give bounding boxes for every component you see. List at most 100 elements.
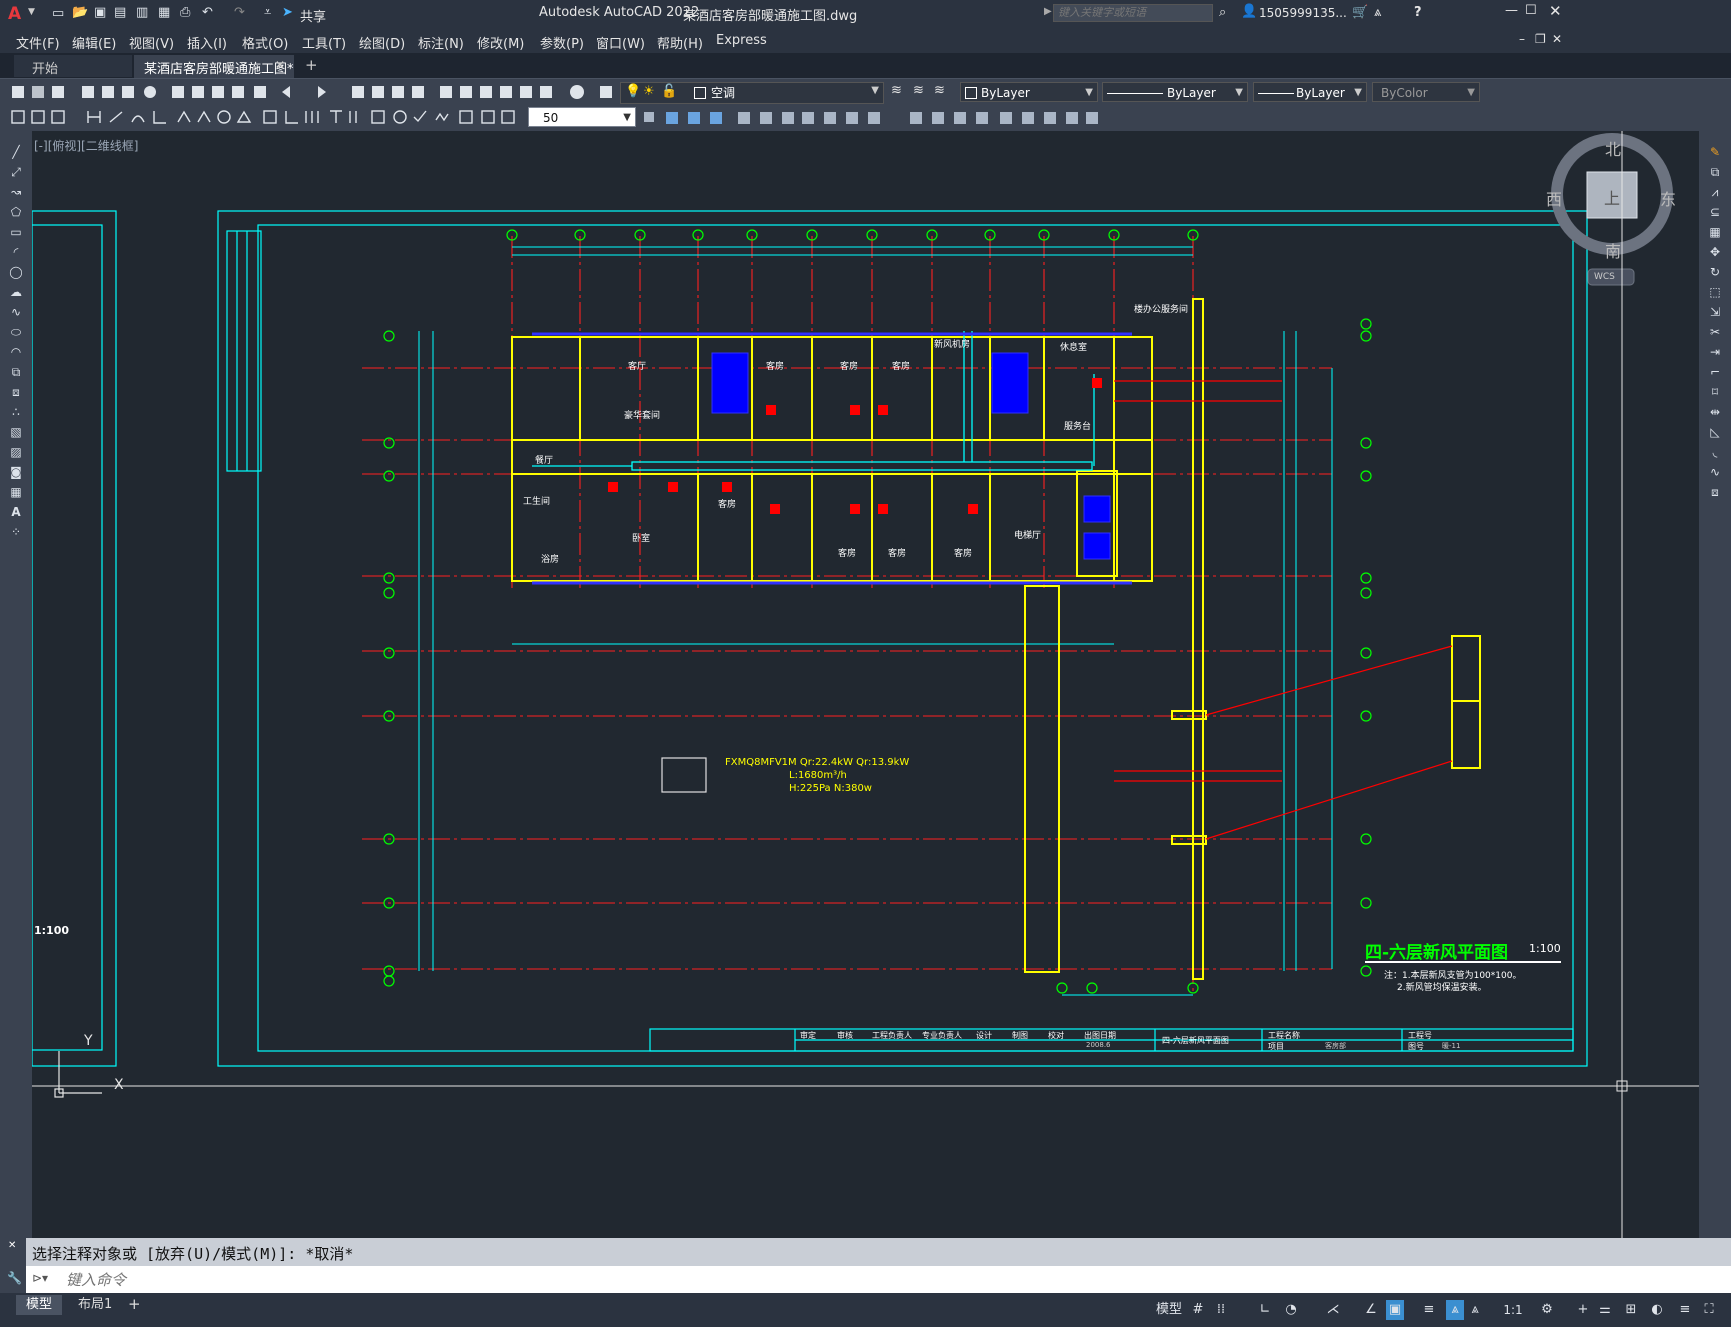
- save-icon[interactable]: ▣: [94, 5, 106, 20]
- chevron-right-icon[interactable]: ▶: [1044, 6, 1052, 17]
- menu-window[interactable]: 窗口(W): [596, 33, 645, 52]
- share-icon[interactable]: ➤: [282, 5, 293, 20]
- clean-screen-icon[interactable]: ⛶: [1700, 1300, 1718, 1320]
- cart-icon[interactable]: 🛒: [1352, 5, 1368, 20]
- spline-tool-icon[interactable]: ∿: [8, 305, 24, 319]
- help-icon[interactable]: ?: [1414, 5, 1422, 20]
- command-line[interactable]: 🔧 ⊳▾: [0, 1266, 1731, 1293]
- layer-previous-icon[interactable]: ≋: [913, 83, 924, 98]
- tab-document[interactable]: 某酒店客房部暖通施工图* ✕: [134, 55, 294, 78]
- layout-tab-1[interactable]: 布局1: [70, 1295, 120, 1315]
- new-file-icon[interactable]: ▭: [52, 6, 64, 21]
- compass-south[interactable]: 南: [1605, 238, 1621, 262]
- menu-view[interactable]: 视图(V): [129, 33, 174, 52]
- customize-quick-access-icon[interactable]: ⩡: [264, 5, 271, 20]
- line-tool-icon[interactable]: ╱: [8, 145, 24, 159]
- doc-close-icon[interactable]: ✕: [1552, 32, 1562, 46]
- layer-on-icon[interactable]: 💡: [625, 84, 641, 99]
- annotation-visibility-icon[interactable]: ⩓: [1446, 1300, 1464, 1320]
- region-tool-icon[interactable]: ◙: [8, 465, 24, 479]
- minimize-icon[interactable]: —: [1505, 3, 1518, 18]
- extend-tool-icon[interactable]: ⇥: [1707, 345, 1723, 359]
- table-tool-icon[interactable]: ▦: [8, 485, 24, 499]
- autocad-logo-icon[interactable]: A: [8, 4, 21, 24]
- point-tool-icon[interactable]: ∴: [8, 405, 24, 419]
- mtext-tool-icon[interactable]: A: [8, 505, 24, 519]
- open-web-icon[interactable]: ▥: [136, 5, 148, 20]
- standard-toolbar-icons[interactable]: [8, 83, 618, 101]
- menu-edit[interactable]: 编辑(E): [72, 33, 116, 52]
- plotstyle-dropdown[interactable]: ByColor ▼: [1372, 82, 1480, 102]
- chamfer-tool-icon[interactable]: ◺: [1707, 425, 1723, 439]
- user-icon[interactable]: 👤: [1241, 4, 1257, 19]
- doc-minimize-icon[interactable]: –: [1519, 32, 1525, 46]
- construction-line-icon[interactable]: ⤢: [8, 165, 24, 179]
- app-menu-chevron-icon[interactable]: ▼: [28, 7, 35, 17]
- array-tool-icon[interactable]: ▦: [1707, 225, 1723, 239]
- new-tab-plus-icon[interactable]: +: [305, 56, 318, 74]
- menu-dimension[interactable]: 标注(N): [418, 33, 464, 52]
- menu-tools[interactable]: 工具(T): [302, 33, 346, 52]
- model-space-button[interactable]: 模型: [1153, 1300, 1185, 1320]
- scale-tool-icon[interactable]: ⬚: [1707, 285, 1723, 299]
- command-input[interactable]: [64, 1269, 1668, 1292]
- menu-draw[interactable]: 绘图(D): [359, 33, 405, 52]
- open-file-icon[interactable]: 📂: [72, 5, 88, 20]
- menu-express[interactable]: Express: [716, 33, 767, 48]
- hatch-tool-icon[interactable]: ▧: [8, 425, 24, 439]
- lineweight-icon[interactable]: ≡: [1420, 1300, 1438, 1320]
- close-command-icon[interactable]: ✕: [8, 1240, 16, 1251]
- quick-properties-icon[interactable]: ⊞: [1622, 1300, 1640, 1320]
- search-icon[interactable]: ⌕: [1219, 5, 1226, 20]
- save-as-icon[interactable]: ▤: [114, 5, 126, 20]
- dim-scale-dropdown[interactable]: 50 ▼: [528, 107, 636, 127]
- menu-file[interactable]: 文件(F): [16, 33, 60, 52]
- autodesk-app-icon[interactable]: ⩓: [1374, 5, 1381, 20]
- blend-tool-icon[interactable]: ∿: [1707, 465, 1723, 479]
- annotation-monitor-plus-icon[interactable]: +: [1574, 1300, 1592, 1320]
- compass-east[interactable]: 东: [1660, 186, 1676, 210]
- offset-tool-icon[interactable]: ⊆: [1707, 205, 1723, 219]
- tab-start[interactable]: 开始: [14, 55, 132, 77]
- tab-close-icon[interactable]: ✕: [275, 58, 285, 72]
- osnap-icon[interactable]: ▣: [1386, 1300, 1404, 1320]
- linetype-dropdown[interactable]: ByLayer ▼: [1102, 82, 1248, 102]
- dimension-toolbar-icons[interactable]: [8, 108, 520, 126]
- workspace-gear-icon[interactable]: ⚙: [1538, 1300, 1556, 1320]
- share-button[interactable]: 共享: [300, 6, 326, 25]
- layout-tab-model[interactable]: 模型: [16, 1295, 63, 1315]
- mirror-tool-icon[interactable]: ⩘: [1707, 185, 1723, 199]
- fillet-tool-icon[interactable]: ◟: [1707, 445, 1723, 459]
- compass-north[interactable]: 北: [1605, 136, 1621, 160]
- drawing-canvas[interactable]: [-][俯视][二维线框] 北 南 东 西 上 WCS Y X 1:100 FX…: [32, 131, 1699, 1238]
- join-tool-icon[interactable]: ⇹: [1707, 405, 1723, 419]
- copy-tool-icon[interactable]: ⧉: [1707, 165, 1723, 179]
- menu-parametric[interactable]: 参数(P): [540, 33, 584, 52]
- erase-tool-icon[interactable]: ✎: [1707, 145, 1723, 159]
- rectangle-tool-icon[interactable]: ▭: [8, 225, 24, 239]
- break-point-icon[interactable]: ⌐: [1707, 365, 1723, 379]
- annotation-scale[interactable]: 1:1: [1502, 1300, 1524, 1320]
- menu-format[interactable]: 格式(O): [242, 33, 288, 52]
- revcloud-tool-icon[interactable]: ☁: [8, 285, 24, 299]
- trim-tool-icon[interactable]: ✂: [1707, 325, 1723, 339]
- units-icon[interactable]: ⚌: [1596, 1300, 1614, 1320]
- save-web-icon[interactable]: ▦: [158, 5, 170, 20]
- ellipse-tool-icon[interactable]: ⬭: [8, 325, 24, 339]
- doc-restore-icon[interactable]: ❐: [1535, 32, 1546, 46]
- break-tool-icon[interactable]: ⌑: [1707, 385, 1723, 399]
- osnap-track-icon[interactable]: ∠: [1362, 1300, 1380, 1320]
- layer-dropdown[interactable]: 💡 ☀ 🔓 空调 ▼: [620, 82, 884, 104]
- wrench-icon[interactable]: 🔧: [7, 1271, 22, 1285]
- lineweight-dropdown[interactable]: ByLayer ▼: [1253, 82, 1367, 102]
- isolate-objects-icon[interactable]: ◐: [1648, 1300, 1666, 1320]
- menu-insert[interactable]: 插入(I): [187, 33, 227, 52]
- menu-modify[interactable]: 修改(M): [477, 33, 524, 52]
- color-dropdown[interactable]: ByLayer ▼: [960, 82, 1098, 102]
- isodraft-icon[interactable]: ⋌: [1324, 1300, 1342, 1320]
- explode-tool-icon[interactable]: ⧈: [1707, 485, 1723, 499]
- stretch-tool-icon[interactable]: ⇲: [1707, 305, 1723, 319]
- viewcube-top-label[interactable]: 上: [1604, 185, 1620, 209]
- grid-icon[interactable]: #: [1189, 1300, 1207, 1320]
- redo-icon[interactable]: ↷: [234, 5, 245, 20]
